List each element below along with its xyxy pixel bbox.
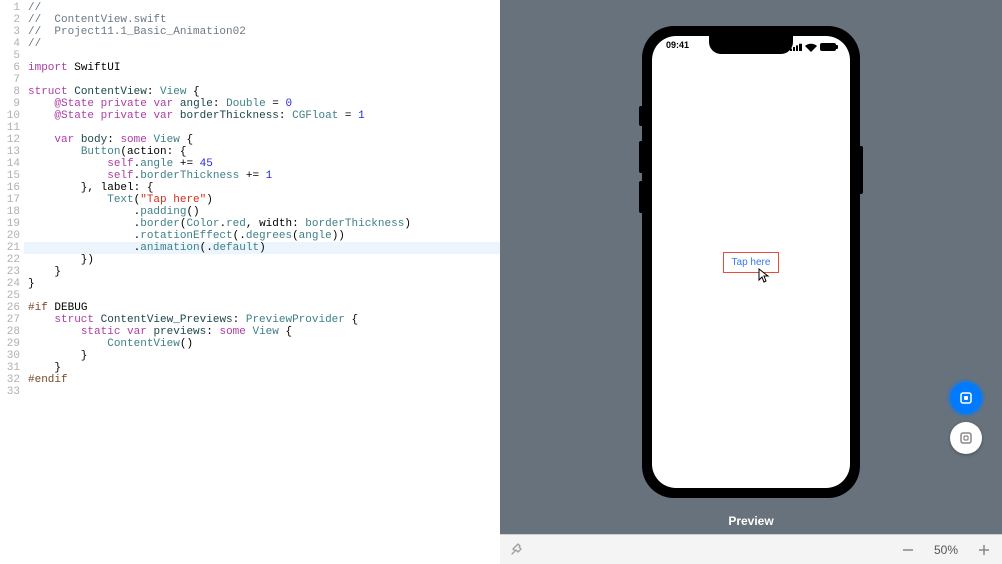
line-number: 21 (0, 242, 24, 254)
line-number: 5 (0, 50, 24, 62)
line-number: 6 (0, 62, 24, 74)
line-number: 1 (0, 2, 24, 14)
line-number: 14 (0, 158, 24, 170)
code-line[interactable]: // Project11.1_Basic_Animation02 (24, 26, 500, 38)
app-content: Tap here (652, 36, 850, 488)
code-line[interactable]: } (24, 362, 500, 374)
device-frame: 09:41 Tap here (642, 26, 860, 498)
line-number: 30 (0, 350, 24, 362)
line-number: 23 (0, 266, 24, 278)
line-number: 15 (0, 170, 24, 182)
code-line[interactable] (24, 50, 500, 62)
code-line[interactable]: #endif (24, 374, 500, 386)
device-mute-switch (639, 106, 642, 126)
line-number: 12 (0, 134, 24, 146)
code-line[interactable]: import SwiftUI (24, 62, 500, 74)
code-line[interactable]: }, label: { (24, 182, 500, 194)
device-volume-up (639, 141, 642, 173)
code-line[interactable] (24, 386, 500, 398)
device-screen: 09:41 Tap here (652, 36, 850, 488)
code-line[interactable]: struct ContentView_Previews: PreviewProv… (24, 314, 500, 326)
code-line[interactable]: self.angle += 45 (24, 158, 500, 170)
code-line[interactable]: .rotationEffect(.degrees(angle)) (24, 230, 500, 242)
preview-pane: 09:41 Tap here P (500, 0, 1002, 564)
device-power-button (860, 146, 863, 194)
line-number: 16 (0, 182, 24, 194)
code-line[interactable]: } (24, 266, 500, 278)
line-number: 33 (0, 386, 24, 398)
line-number: 22 (0, 254, 24, 266)
line-number: 20 (0, 230, 24, 242)
line-number: 9 (0, 98, 24, 110)
code-line[interactable]: #if DEBUG (24, 302, 500, 314)
code-line[interactable]: ContentView() (24, 338, 500, 350)
line-number: 8 (0, 86, 24, 98)
line-number: 19 (0, 218, 24, 230)
zoom-controls: 50% (900, 542, 992, 558)
code-line[interactable]: Button(action: { (24, 146, 500, 158)
preview-control-stack (950, 382, 982, 454)
live-preview-button[interactable] (950, 382, 982, 414)
zoom-out-button[interactable] (900, 542, 916, 558)
line-number: 2 (0, 14, 24, 26)
code-line[interactable] (24, 290, 500, 302)
line-number: 31 (0, 362, 24, 374)
line-number: 13 (0, 146, 24, 158)
line-number: 17 (0, 194, 24, 206)
line-number: 24 (0, 278, 24, 290)
pin-button[interactable] (510, 541, 524, 558)
zoom-in-button[interactable] (976, 542, 992, 558)
code-line[interactable]: static var previews: some View { (24, 326, 500, 338)
line-number: 18 (0, 206, 24, 218)
line-number: 26 (0, 302, 24, 314)
zoom-level: 50% (934, 543, 958, 557)
preview-on-device-button[interactable] (950, 422, 982, 454)
line-number: 29 (0, 338, 24, 350)
line-number: 10 (0, 110, 24, 122)
cursor-icon (755, 268, 771, 286)
code-line[interactable] (24, 122, 500, 134)
code-line[interactable]: // (24, 38, 500, 50)
code-line[interactable]: Text("Tap here") (24, 194, 500, 206)
code-line[interactable] (24, 74, 500, 86)
preview-label: Preview (500, 514, 1002, 534)
code-line[interactable]: } (24, 278, 500, 290)
code-editor-pane: 1234567891011121314151617181920212223242… (0, 0, 500, 564)
line-number: 3 (0, 26, 24, 38)
code-line[interactable]: struct ContentView: View { (24, 86, 500, 98)
code-line[interactable]: var body: some View { (24, 134, 500, 146)
code-line[interactable]: // (24, 2, 500, 14)
code-line[interactable]: }) (24, 254, 500, 266)
code-line[interactable]: .padding() (24, 206, 500, 218)
code-area[interactable]: //// ContentView.swift// Project11.1_Bas… (24, 0, 500, 564)
preview-footer: 50% (500, 534, 1002, 564)
code-line[interactable]: // ContentView.swift (24, 14, 500, 26)
code-line[interactable]: .border(Color.red, width: borderThicknes… (24, 218, 500, 230)
code-line[interactable]: self.borderThickness += 1 (24, 170, 500, 182)
line-number: 4 (0, 38, 24, 50)
device-volume-down (639, 181, 642, 213)
code-line[interactable]: @State private var borderThickness: CGFl… (24, 110, 500, 122)
line-number: 11 (0, 122, 24, 134)
line-number: 27 (0, 314, 24, 326)
line-number: 7 (0, 74, 24, 86)
code-line[interactable]: @State private var angle: Double = 0 (24, 98, 500, 110)
line-number: 32 (0, 374, 24, 386)
preview-canvas[interactable]: 09:41 Tap here (500, 0, 1002, 514)
code-line[interactable]: } (24, 350, 500, 362)
code-line[interactable]: .animation(.default) (24, 242, 500, 254)
line-number: 28 (0, 326, 24, 338)
line-number-gutter: 1234567891011121314151617181920212223242… (0, 0, 24, 564)
line-number: 25 (0, 290, 24, 302)
